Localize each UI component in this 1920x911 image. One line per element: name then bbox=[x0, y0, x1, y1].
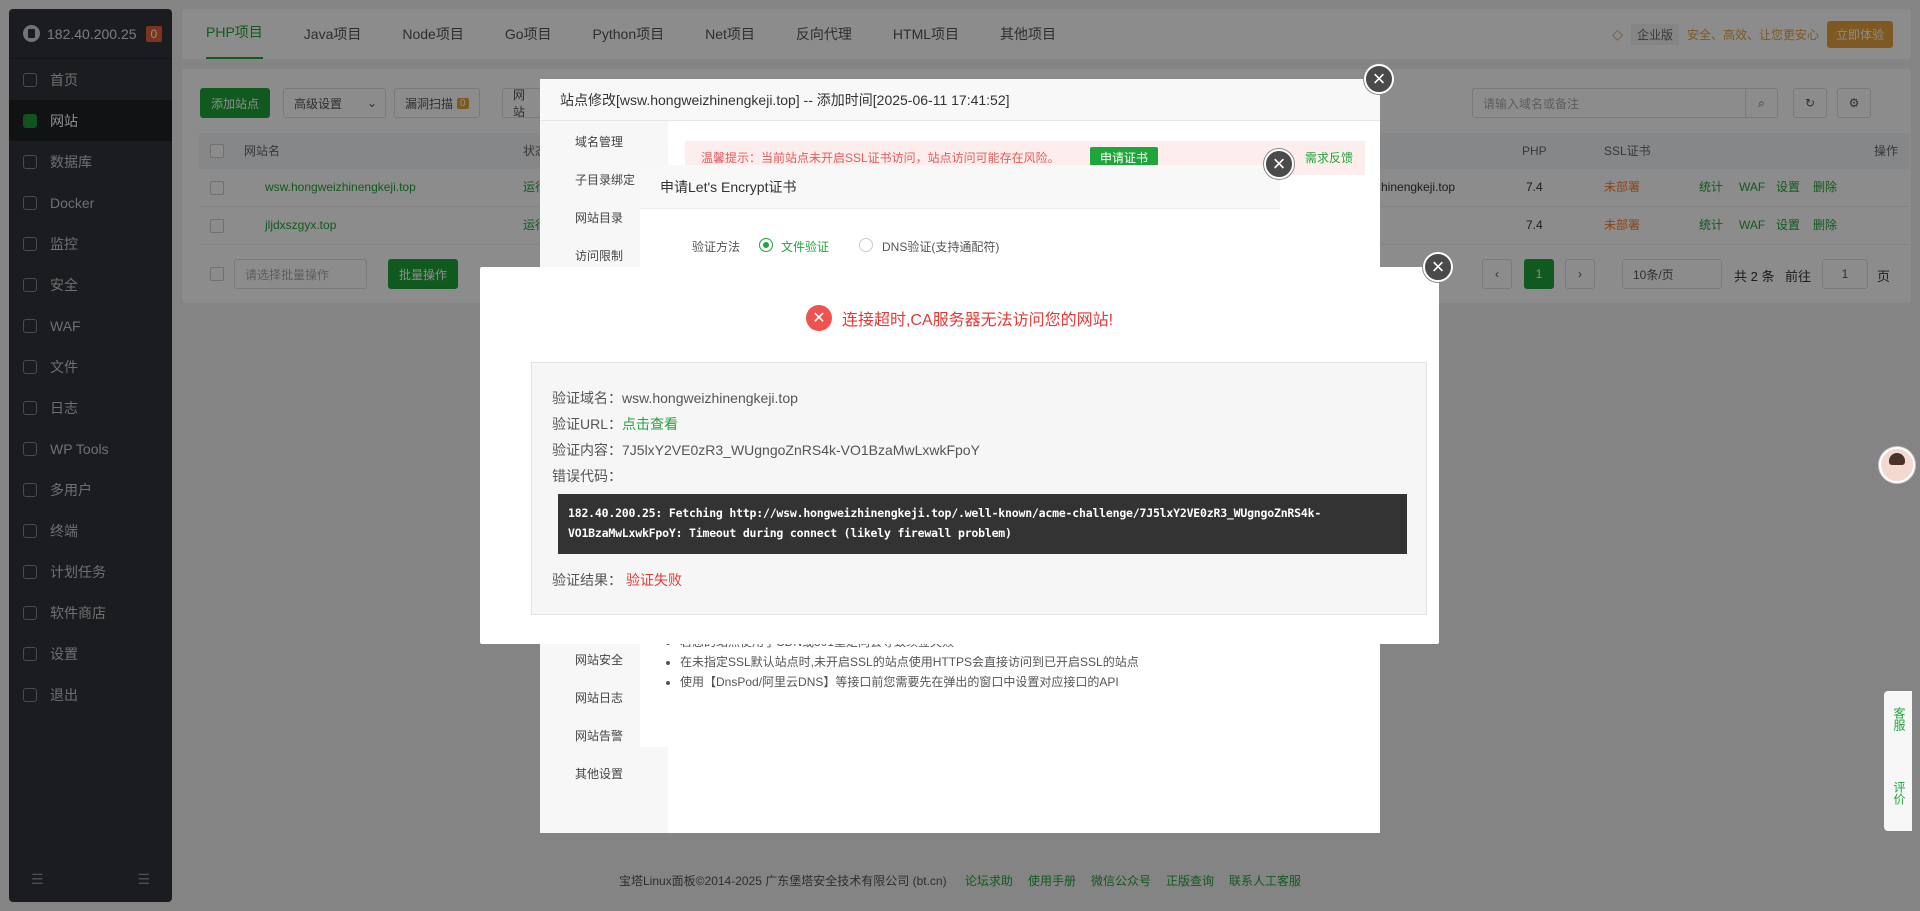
error-code-block: 182.40.200.25: Fetching http://wsw.hongw… bbox=[558, 494, 1407, 554]
site-dialog-close-icon[interactable]: × bbox=[1364, 64, 1394, 94]
le-dialog-title: 申请Let's Encrypt证书 bbox=[640, 165, 1280, 209]
verify-domain-line: 验证域名：wsw.hongweizhinengkeji.top bbox=[552, 388, 798, 408]
ssl-warning-text: 温馨提示：当前站点未开启SSL证书访问，站点访问可能存在风险。 bbox=[701, 151, 1060, 165]
assistant-avatar[interactable] bbox=[1879, 447, 1915, 483]
verify-result-line: 验证结果： 验证失败 bbox=[552, 570, 682, 590]
rating-button[interactable]: 评价 bbox=[1891, 781, 1908, 805]
dns-verify-label[interactable]: DNS验证(支持通配符) bbox=[882, 238, 999, 255]
error-code-label: 错误代码： bbox=[552, 468, 622, 484]
verify-result-label: 验证结果： bbox=[552, 572, 622, 588]
site-nav-item[interactable]: 子目录绑定 bbox=[575, 171, 635, 188]
side-tools: 客服 评价 bbox=[1884, 691, 1912, 831]
error-detail-box: 验证域名：wsw.hongweizhinengkeji.top 验证URL：点击… bbox=[531, 362, 1427, 615]
le-note-item: 在未指定SSL默认站点时,未开启SSL的站点使用HTTPS会直接访问到已开启SS… bbox=[680, 652, 1139, 672]
site-nav-item[interactable]: 访问限制 bbox=[575, 247, 623, 264]
verify-content-label: 验证内容： bbox=[552, 442, 622, 458]
feedback-link[interactable]: 需求反馈 bbox=[1305, 141, 1353, 175]
error-icon: ✕ bbox=[805, 305, 832, 331]
verify-content-line: 验证内容：7J5lxY2VE0zR3_WUgngoZnRS4k-VO1BzaMw… bbox=[552, 440, 980, 460]
site-nav-item[interactable]: 其他设置 bbox=[575, 765, 623, 782]
site-nav-item[interactable]: 域名管理 bbox=[575, 133, 623, 150]
dns-verify-radio[interactable] bbox=[859, 238, 873, 252]
site-nav-item[interactable]: 网站安全 bbox=[575, 651, 623, 668]
site-dialog-title: 站点修改[wsw.hongweizhinengkeji.top] -- 添加时间… bbox=[540, 79, 1380, 121]
verify-method-label: 验证方法 bbox=[692, 240, 741, 254]
file-verify-radio[interactable] bbox=[759, 238, 773, 252]
error-message: 连接超时,CA服务器无法访问您的网站! bbox=[841, 312, 1114, 329]
error-code-line: 182.40.200.25: Fetching http://wsw.hongw… bbox=[568, 506, 1322, 520]
site-nav-item[interactable]: 网站告警 bbox=[575, 727, 623, 744]
verify-result-value: 验证失败 bbox=[626, 572, 682, 588]
file-verify-label[interactable]: 文件验证 bbox=[781, 238, 829, 255]
le-note-item: 使用【DnsPod/阿里云DNS】等接口前您需要先在弹出的窗口中设置对应接口的A… bbox=[680, 672, 1139, 692]
le-dialog-close-icon[interactable]: × bbox=[1264, 149, 1294, 179]
verify-url-label: 验证URL： bbox=[552, 416, 623, 432]
verify-domain-value: wsw.hongweizhinengkeji.top bbox=[622, 390, 798, 406]
error-dialog: ✕ 连接超时,CA服务器无法访问您的网站! 验证域名：wsw.hongweizh… bbox=[480, 267, 1439, 644]
site-nav-item[interactable]: 网站日志 bbox=[575, 689, 623, 706]
verify-content-value: 7J5lxY2VE0zR3_WUgngoZnRS4k-VO1BzaMwLxwkF… bbox=[622, 442, 980, 458]
customer-service-button[interactable]: 客服 bbox=[1891, 707, 1908, 731]
error-code-line: VO1BzaMwLxwkFpoY: Timeout during connect… bbox=[568, 526, 1012, 540]
error-header: ✕ 连接超时,CA服务器无法访问您的网站! bbox=[480, 305, 1439, 331]
error-dialog-close-icon[interactable]: × bbox=[1423, 252, 1453, 282]
verify-url-link[interactable]: 点击查看 bbox=[622, 416, 678, 432]
verify-domain-label: 验证域名： bbox=[552, 390, 622, 406]
verify-url-line: 验证URL：点击查看 bbox=[552, 414, 678, 434]
site-nav-item[interactable]: 网站目录 bbox=[575, 209, 623, 226]
